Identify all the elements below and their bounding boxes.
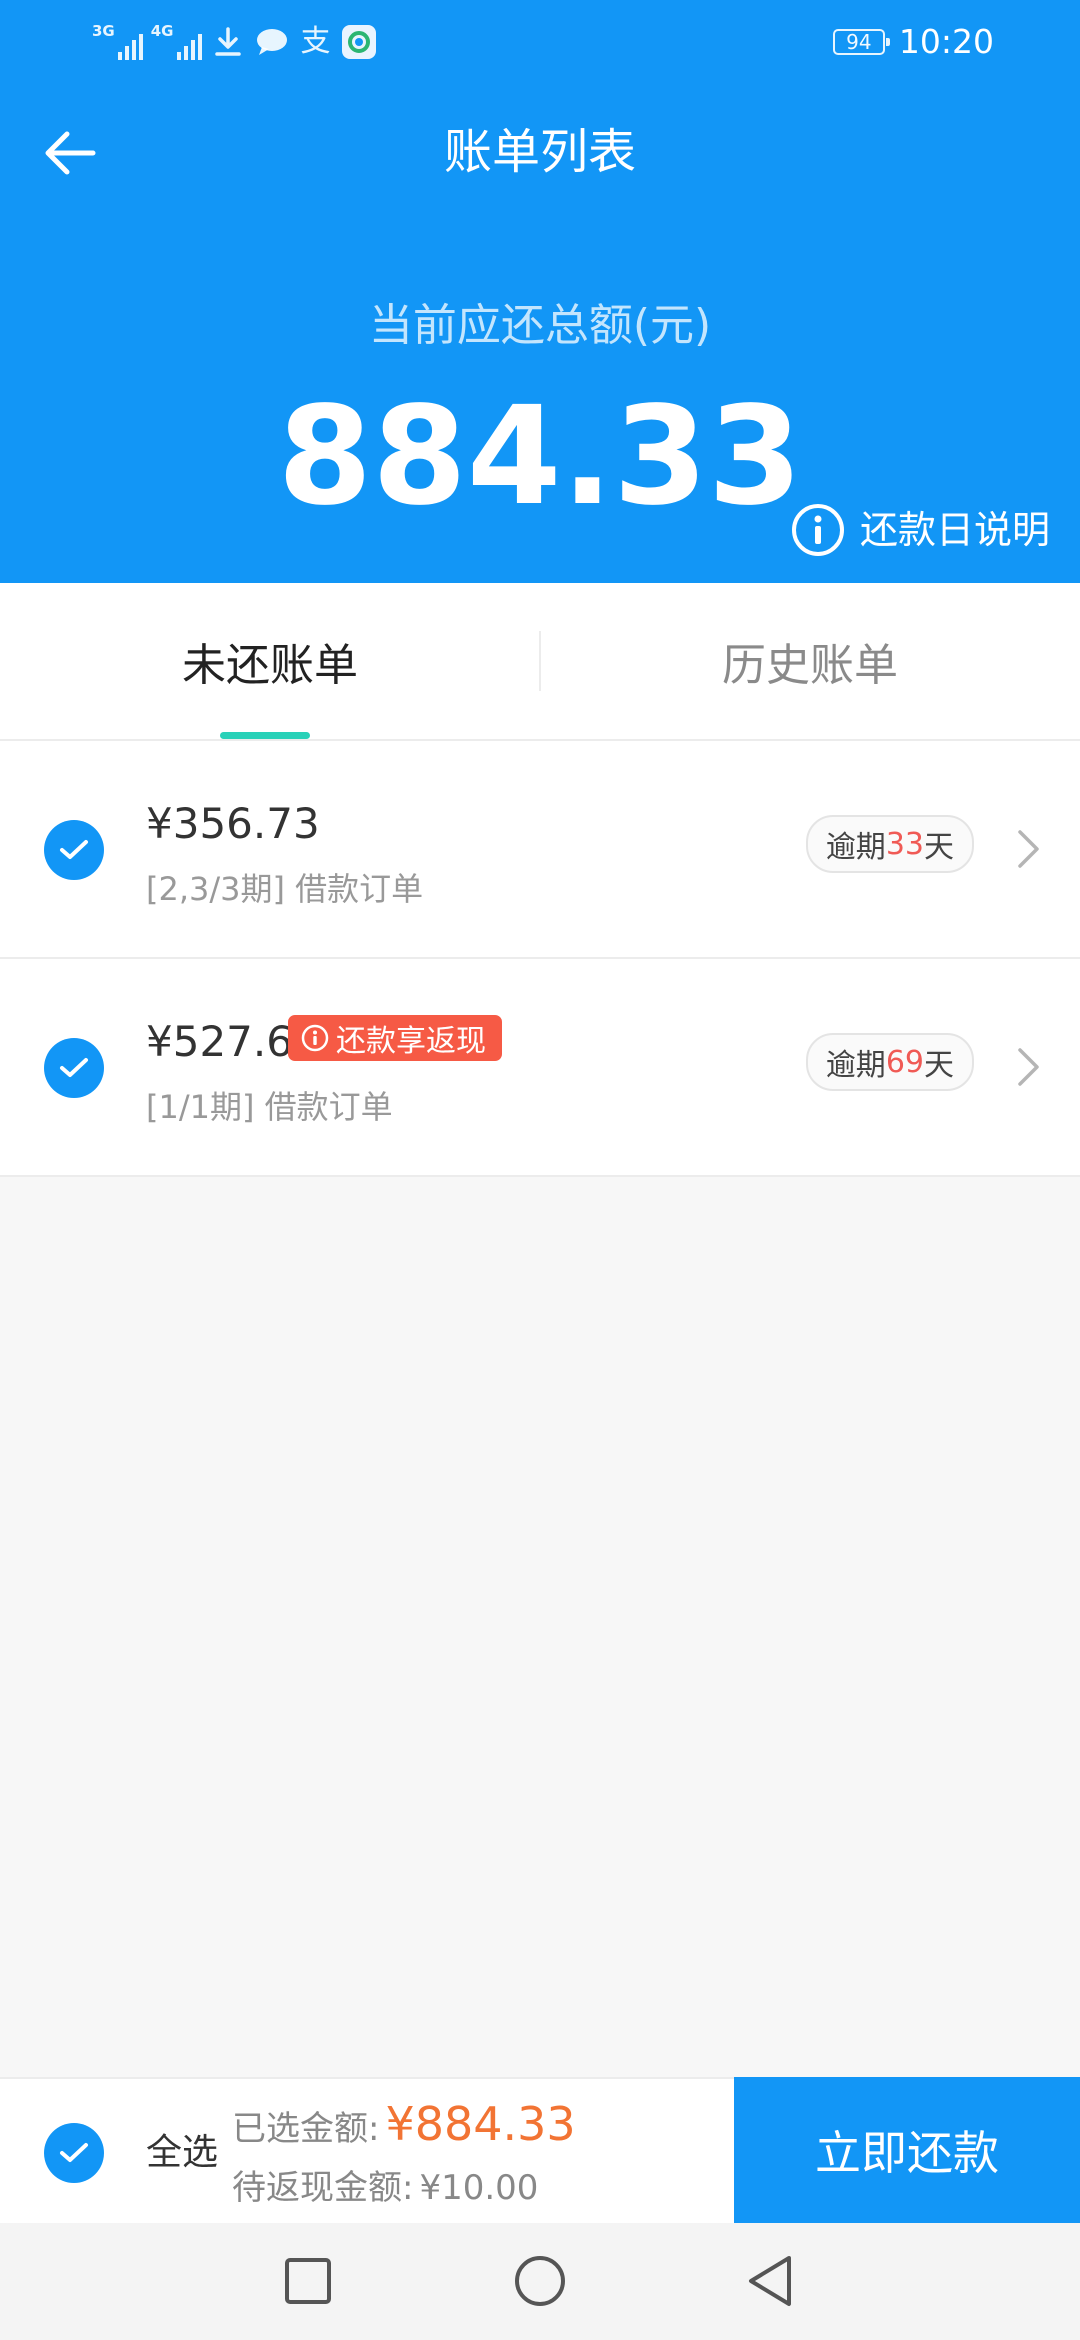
tab-history-bills[interactable]: 历史账单: [540, 583, 1080, 739]
cashback-promo-badge[interactable]: 还款享返现: [288, 1015, 502, 1061]
due-date-info-link[interactable]: 还款日说明: [790, 502, 1050, 558]
due-date-info-label: 还款日说明: [859, 508, 1050, 552]
nav-bar: 账单列表: [0, 104, 1080, 200]
bill-description: [2,3/3期] 借款订单: [146, 870, 424, 908]
total-due-label: 当前应还总额(元): [368, 300, 712, 351]
header: 3G 4G 支 94 10:20 账单列表 当前应还总额(元) 884.33 还…: [0, 0, 1080, 583]
bill-list: ¥356.73 [2,3/3期] 借款订单 逾期 33 天 ¥527.6 还款享返现…: [0, 741, 1080, 1177]
overdue-prefix: 逾期: [825, 1048, 886, 1083]
bill-checkbox[interactable]: [44, 820, 104, 880]
bill-amount: ¥527.6: [146, 1017, 293, 1066]
signal-icon-2: 4G: [151, 24, 202, 60]
bill-row[interactable]: ¥356.73 [2,3/3期] 借款订单 逾期 33 天: [0, 741, 1080, 959]
overdue-prefix: 逾期: [825, 830, 886, 865]
bill-amount: ¥356.73: [146, 799, 320, 848]
chevron-right-icon[interactable]: [1016, 1046, 1042, 1088]
bill-description: [1/1期] 借款订单: [146, 1088, 393, 1126]
bill-checkbox[interactable]: [44, 1038, 104, 1098]
recent-apps-button[interactable]: [278, 2251, 338, 2311]
overdue-badge: 逾期 33 天: [805, 815, 974, 873]
back-nav-button[interactable]: [740, 2251, 800, 2311]
download-icon: [210, 24, 246, 60]
bill-row[interactable]: ¥527.6 还款享返现 [1/1期] 借款订单 逾期 69 天: [0, 959, 1080, 1177]
network-type-label: 3G: [92, 22, 115, 40]
status-bar: 3G 4G 支 94 10:20: [0, 0, 1080, 84]
check-icon: [60, 2143, 88, 2162]
square-icon: [285, 2258, 331, 2304]
bill-tabs: 未还账单 历史账单: [0, 583, 1080, 741]
signal-icon: 3G: [92, 24, 143, 60]
cashback-amount-value: ¥10.00: [419, 2168, 539, 2208]
overdue-days: 69: [885, 1044, 924, 1080]
clock: 10:20: [898, 22, 994, 61]
pay-now-button[interactable]: 立即还款: [734, 2077, 1080, 2223]
info-icon: [791, 504, 844, 556]
overdue-days: 33: [885, 826, 924, 862]
tab-unpaid-bills[interactable]: 未还账单: [0, 583, 540, 739]
check-icon: [60, 840, 88, 859]
battery-level: 94: [846, 30, 872, 54]
selected-amount-value: ¥884.33: [385, 2097, 576, 2151]
status-icons-left: 3G 4G 支: [92, 20, 376, 64]
select-all-label[interactable]: 全选: [146, 2129, 218, 2177]
app-icon: [341, 25, 376, 59]
circle-icon: [515, 2256, 565, 2306]
triangle-back-icon: [749, 2256, 791, 2306]
overdue-suffix: 天: [924, 830, 954, 865]
selected-amount-label: 已选金额:: [232, 2109, 380, 2149]
checkout-bar: 全选 已选金额: ¥884.33 待返现金额: ¥10.00 立即还款: [0, 2077, 1080, 2223]
cashback-promo-label: 还款享返现: [336, 1024, 486, 1059]
info-icon: [301, 1024, 329, 1052]
status-icons-right: 94 10:20: [832, 20, 994, 64]
tab-active-indicator: [220, 732, 310, 739]
cashback-amount-label: 待返现金额:: [232, 2168, 414, 2208]
overdue-badge: 逾期 69 天: [805, 1033, 974, 1091]
cashback-amount-line: 待返现金额: ¥10.00: [232, 2165, 538, 2211]
message-icon: [254, 24, 290, 60]
chevron-right-icon[interactable]: [1016, 828, 1042, 870]
overdue-suffix: 天: [924, 1048, 954, 1083]
page-title: 账单列表: [443, 124, 636, 180]
network-type-label-2: 4G: [150, 22, 174, 40]
alipay-icon: 支: [300, 24, 331, 59]
system-navigation-bar: [0, 2223, 1080, 2340]
select-all-checkbox[interactable]: [44, 2123, 104, 2183]
home-button[interactable]: [510, 2251, 570, 2311]
selected-amount-line: 已选金额: ¥884.33: [232, 2097, 576, 2151]
check-icon: [60, 1058, 88, 1077]
battery-icon: 94: [832, 29, 890, 55]
